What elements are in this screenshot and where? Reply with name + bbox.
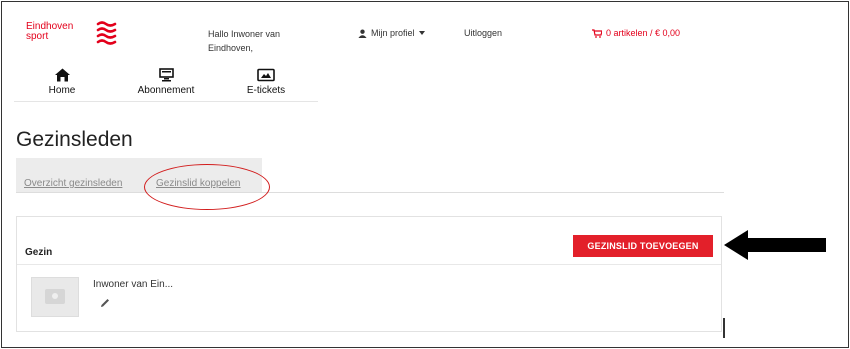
add-family-member-button[interactable]: GEZINSLID TOEVOEGEN [573,235,713,257]
nav-item-label: Abonnement [137,85,195,96]
logo-wave-icon [96,21,117,45]
panel-title: Gezin [25,247,53,258]
nav-item-abonnement[interactable]: Abonnement [126,68,206,96]
family-member-name[interactable]: Inwoner van Ein... [93,279,173,290]
profile-menu[interactable]: Mijn profiel [358,28,425,38]
image-placeholder-icon [45,289,65,304]
scroll-indicator [723,318,725,338]
nav-item-e-tickets[interactable]: E-tickets [238,68,294,96]
tab-divider [16,192,724,193]
nav-item-label: E-tickets [246,85,286,96]
ticket-icon [257,68,275,82]
profile-label: Mijn profiel [371,28,415,38]
annotation-arrow-icon [724,230,826,260]
pencil-icon[interactable] [99,297,111,309]
page-title: Gezinsleden [16,128,133,151]
tab-overzicht-gezinsleden[interactable]: Overzicht gezinsleden [24,178,122,189]
family-panel: Gezin GEZINSLID TOEVOEGEN Inwoner van Ei… [16,216,722,332]
annotation-circle [144,164,270,210]
eindhoven-sport-logo[interactable]: Eindhoven sport [26,22,73,42]
logo-text-line2: sport [26,31,49,42]
cart-link[interactable]: 0 artikelen / € 0,00 [592,28,680,38]
nav-item-label: Home [48,85,76,96]
avatar [31,277,79,317]
home-icon [54,68,70,82]
nav-item-home[interactable]: Home [42,68,82,96]
logout-link[interactable]: Uitloggen [464,28,502,38]
cart-label: 0 artikelen / € 0,00 [606,28,681,38]
monitor-icon [158,68,174,82]
greeting-text: Hallo Inwoner van Eindhoven, [208,29,281,53]
panel-header: Gezin GEZINSLID TOEVOEGEN [17,217,721,265]
user-icon [358,29,367,38]
cart-icon [592,28,602,38]
caret-down-icon [418,31,425,35]
main-nav: Home Abonnement E-tickets [14,68,318,102]
